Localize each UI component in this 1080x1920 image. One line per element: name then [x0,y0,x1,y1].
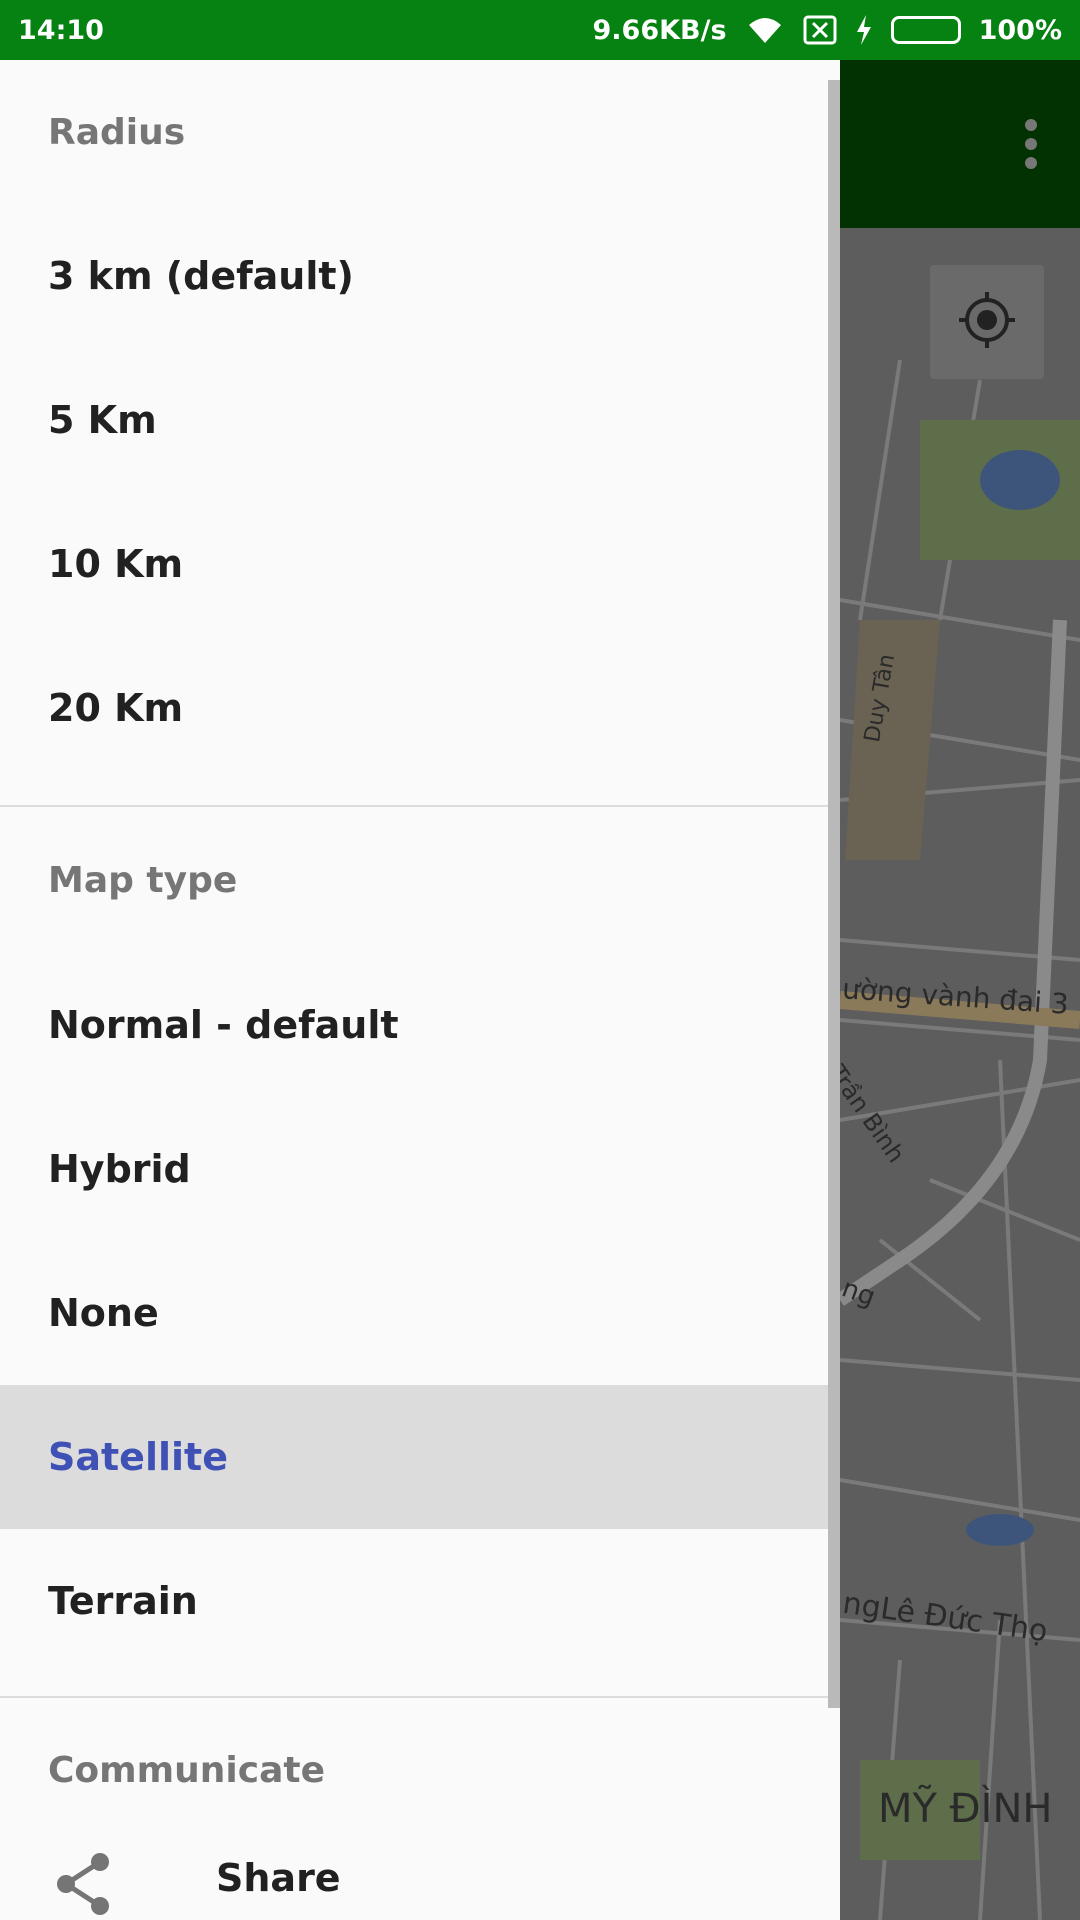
wifi-icon [745,15,785,45]
radius-option-5km[interactable]: 5 Km [0,348,840,492]
radius-option-3km[interactable]: 3 km (default) [0,204,840,348]
share-item[interactable]: Share [0,1830,840,1920]
radius-option-10km[interactable]: 10 Km [0,492,840,636]
status-bar: 14:10 9.66KB/s 100% [0,0,1080,60]
maptype-section-title: Map type [48,860,238,901]
share-label: Share [216,1856,341,1900]
divider [0,1696,840,1698]
navigation-drawer: Radius 3 km (default) 5 Km 10 Km 20 Km M… [0,60,840,1920]
divider [0,805,840,807]
maptype-option-satellite[interactable]: Satellite [0,1385,840,1529]
network-speed: 9.66KB/s [592,14,727,46]
my-location-button[interactable] [930,265,1044,379]
charging-icon [855,15,873,45]
no-sim-icon [803,15,837,45]
map-label-my-dinh: MỸ ĐÌNH [878,1786,1053,1832]
maptype-option-none[interactable]: None [0,1241,840,1385]
status-time: 14:10 [18,14,104,46]
battery-level: 100% [978,14,1062,46]
more-vert-icon[interactable] [1024,118,1038,174]
my-location-icon [957,290,1017,354]
radius-option-20km[interactable]: 20 Km [0,636,840,780]
battery-icon [890,16,961,44]
maptype-option-normal[interactable]: Normal - default [0,953,840,1097]
communicate-section-title: Communicate [48,1750,326,1791]
maptype-option-hybrid[interactable]: Hybrid [0,1097,840,1241]
share-icon [52,1852,116,1920]
maptype-option-terrain[interactable]: Terrain [0,1529,840,1673]
radius-section-title: Radius [48,112,186,153]
drawer-scrollbar[interactable] [828,80,840,1708]
